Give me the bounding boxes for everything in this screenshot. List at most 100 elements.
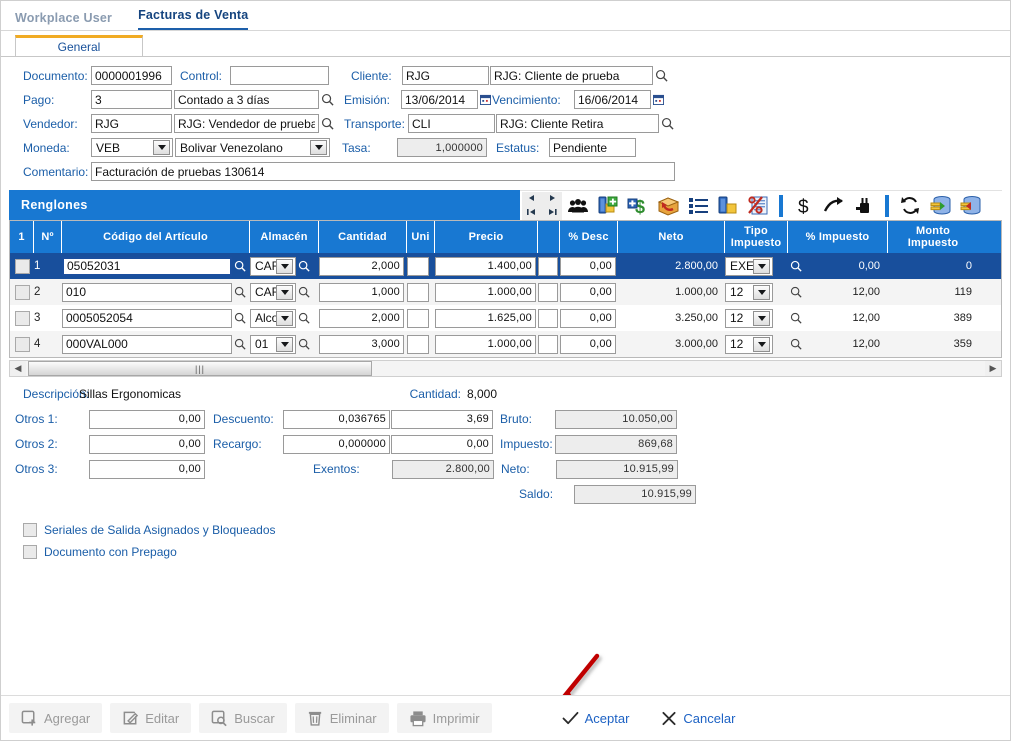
pago-name-input[interactable] bbox=[174, 90, 319, 109]
row-codigo-input[interactable] bbox=[62, 257, 232, 276]
row-tipo-impuesto-search-icon[interactable] bbox=[788, 286, 804, 298]
arrow-forward-icon[interactable] bbox=[820, 192, 848, 220]
people-group-icon[interactable] bbox=[564, 192, 592, 220]
row-precio-input[interactable] bbox=[435, 335, 536, 354]
grid-horizontal-scrollbar[interactable]: ◀ ||| ▶ bbox=[9, 360, 1002, 377]
agregar-button[interactable]: Agregar bbox=[9, 703, 102, 733]
row-select-checkbox[interactable] bbox=[10, 305, 34, 331]
table-row[interactable]: 2 CAR 1.000,00 12 12,00 119 bbox=[10, 279, 1001, 305]
row-tipo-impuesto-search-icon[interactable] bbox=[788, 260, 804, 272]
row-precio-input[interactable] bbox=[435, 257, 536, 276]
row-blank-input[interactable] bbox=[538, 283, 558, 302]
cliente-search-icon[interactable] bbox=[653, 69, 669, 82]
col-header-monto-impuesto[interactable]: Monto Impuesto bbox=[888, 221, 978, 253]
cliente-code-input[interactable] bbox=[402, 66, 489, 85]
discount-percent-document-icon[interactable] bbox=[744, 192, 772, 220]
dollar-sign-icon[interactable]: $ bbox=[790, 192, 818, 220]
row-tipo-impuesto-search-icon[interactable] bbox=[788, 312, 804, 324]
moneda-name-select[interactable]: Bolivar Venezolano bbox=[175, 138, 330, 157]
row-cantidad-input[interactable] bbox=[319, 257, 404, 276]
col-header-blank[interactable] bbox=[538, 221, 560, 253]
row-codigo-search-icon[interactable] bbox=[232, 338, 248, 350]
scroll-track[interactable]: ||| bbox=[26, 361, 985, 376]
checkbox-seriales-salida[interactable]: Seriales de Salida Asignados y Bloqueado… bbox=[23, 519, 1002, 541]
row-almacen-search-icon[interactable] bbox=[296, 286, 312, 298]
checkbox-box[interactable] bbox=[23, 545, 37, 559]
vendedor-search-icon[interactable] bbox=[319, 117, 335, 130]
database-import-icon[interactable] bbox=[956, 192, 984, 220]
transporte-code-input[interactable] bbox=[408, 114, 495, 133]
transporte-name-input[interactable] bbox=[496, 114, 659, 133]
row-blank-input[interactable] bbox=[538, 257, 558, 276]
row-uni-input[interactable] bbox=[407, 283, 429, 302]
col-header-almacen[interactable]: Almacén bbox=[250, 221, 319, 253]
row-select-checkbox[interactable] bbox=[10, 253, 34, 279]
tab-workplace-user[interactable]: Workplace User bbox=[15, 11, 112, 31]
item-properties-icon[interactable] bbox=[714, 192, 742, 220]
nav-first-prev-next-last-icon[interactable] bbox=[522, 192, 562, 220]
pago-search-icon[interactable] bbox=[319, 93, 335, 106]
col-header-numero[interactable]: Nº bbox=[34, 221, 62, 253]
scroll-right-icon[interactable]: ▶ bbox=[985, 363, 1001, 374]
chevron-down-icon[interactable] bbox=[276, 285, 293, 300]
row-cantidad-input[interactable] bbox=[319, 283, 404, 302]
chevron-down-icon[interactable] bbox=[276, 337, 293, 352]
database-export-icon[interactable] bbox=[926, 192, 954, 220]
row-blank-input[interactable] bbox=[538, 309, 558, 328]
chevron-down-icon[interactable] bbox=[753, 337, 770, 352]
checkbox-box[interactable] bbox=[23, 523, 37, 537]
buscar-button[interactable]: Buscar bbox=[199, 703, 286, 733]
otros2-input[interactable] bbox=[89, 435, 205, 454]
col-header-pct-desc[interactable]: % Desc bbox=[560, 221, 618, 253]
pago-code-input[interactable] bbox=[91, 90, 172, 109]
emision-input[interactable] bbox=[401, 90, 478, 109]
box-return-icon[interactable] bbox=[654, 192, 682, 220]
imprimir-button[interactable]: Imprimir bbox=[397, 703, 492, 733]
otros1-input[interactable] bbox=[89, 410, 205, 429]
chevron-down-icon[interactable] bbox=[276, 259, 293, 274]
comentario-input[interactable] bbox=[91, 162, 675, 181]
add-item-green-icon[interactable] bbox=[594, 192, 622, 220]
tab-general[interactable]: General bbox=[15, 35, 143, 57]
moneda-code-select[interactable]: VEB bbox=[91, 138, 173, 157]
table-row[interactable]: 3 Alco 3.250,00 12 12,00 389 bbox=[10, 305, 1001, 331]
transporte-search-icon[interactable] bbox=[659, 117, 675, 130]
row-codigo-input[interactable] bbox=[62, 283, 232, 302]
row-almacen-search-icon[interactable] bbox=[296, 312, 312, 324]
list-detail-icon[interactable] bbox=[684, 192, 712, 220]
chevron-down-icon[interactable] bbox=[753, 285, 770, 300]
table-row[interactable]: 1 CAR 2.800,00 EXE 0,00 0 bbox=[10, 253, 1001, 279]
refresh-icon[interactable] bbox=[896, 192, 924, 220]
row-precio-input[interactable] bbox=[435, 309, 536, 328]
descuento-rate-input[interactable] bbox=[283, 410, 390, 429]
add-price-dollar-icon[interactable]: $ bbox=[624, 192, 652, 220]
chevron-down-icon[interactable] bbox=[276, 311, 293, 326]
aceptar-button[interactable]: Aceptar bbox=[550, 703, 642, 733]
table-row[interactable]: 4 01 3.000,00 12 12,00 359 bbox=[10, 331, 1001, 357]
vencimiento-calendar-icon[interactable] bbox=[651, 94, 665, 105]
col-header-pct-impuesto[interactable]: % Impuesto bbox=[788, 221, 888, 253]
chevron-down-icon[interactable] bbox=[753, 311, 770, 326]
row-pct-desc-input[interactable] bbox=[560, 283, 616, 302]
row-codigo-search-icon[interactable] bbox=[232, 312, 248, 324]
scroll-left-icon[interactable]: ◀ bbox=[10, 363, 26, 374]
descuento-amount-input[interactable] bbox=[391, 410, 493, 429]
col-header-cantidad[interactable]: Cantidad bbox=[319, 221, 407, 253]
chevron-down-icon[interactable] bbox=[310, 140, 327, 155]
col-header-uni[interactable]: Uni bbox=[407, 221, 435, 253]
vencimiento-input[interactable] bbox=[574, 90, 651, 109]
row-pct-desc-input[interactable] bbox=[560, 335, 616, 354]
row-uni-input[interactable] bbox=[407, 257, 429, 276]
tab-facturas-de-venta[interactable]: Facturas de Venta bbox=[138, 8, 248, 31]
otros3-input[interactable] bbox=[89, 460, 205, 479]
row-almacen-search-icon[interactable] bbox=[296, 338, 312, 350]
col-header-neto[interactable]: Neto bbox=[618, 221, 725, 253]
row-codigo-search-icon[interactable] bbox=[232, 260, 248, 272]
row-uni-input[interactable] bbox=[407, 335, 429, 354]
recargo-rate-input[interactable] bbox=[283, 435, 390, 454]
checkbox-documento-prepago[interactable]: Documento con Prepago bbox=[23, 541, 1002, 563]
row-pct-desc-input[interactable] bbox=[560, 257, 616, 276]
row-tipo-impuesto-search-icon[interactable] bbox=[788, 338, 804, 350]
row-cantidad-input[interactable] bbox=[319, 309, 404, 328]
row-uni-input[interactable] bbox=[407, 309, 429, 328]
